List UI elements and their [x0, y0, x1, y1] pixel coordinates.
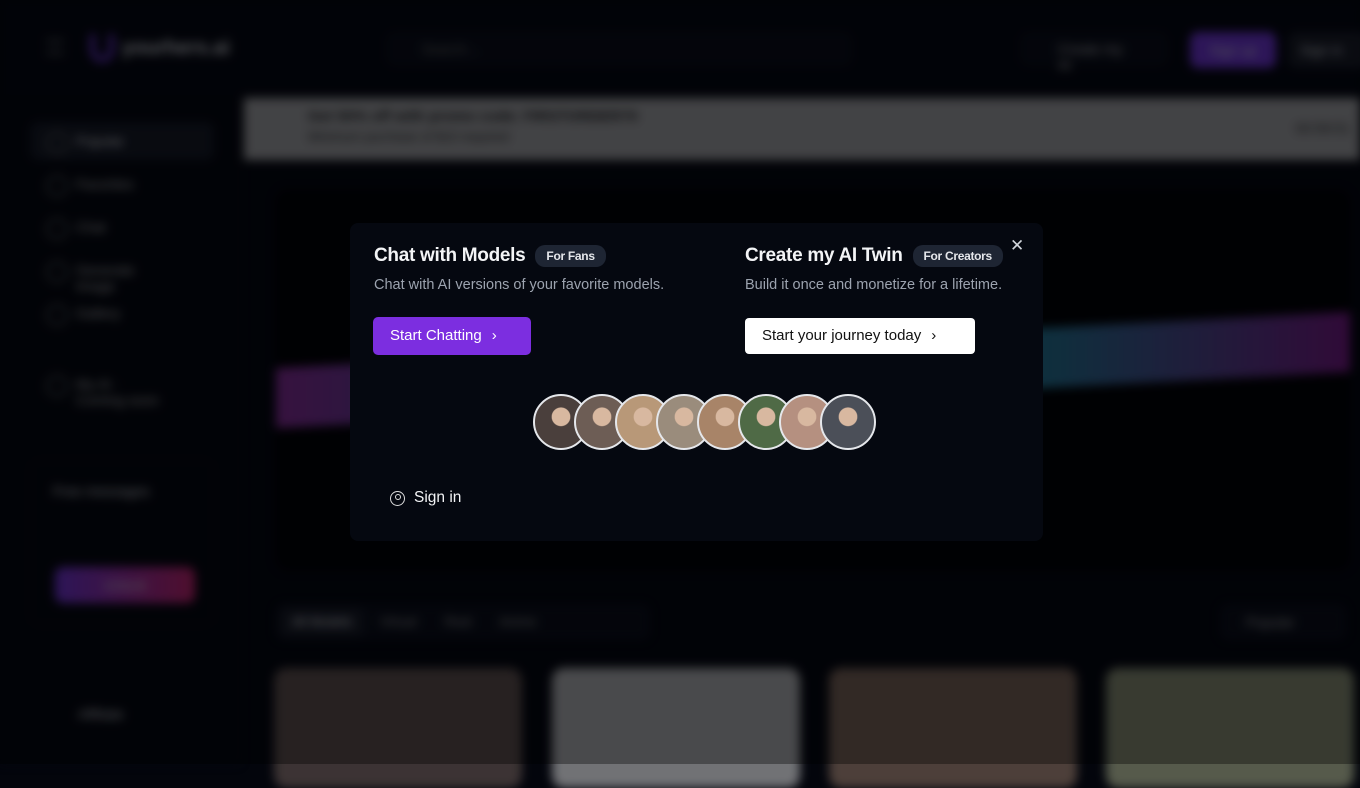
start-journey-button[interactable]: Start your journey today ›: [745, 318, 975, 354]
creators-subtitle: Build it once and monetize for a lifetim…: [745, 277, 1003, 293]
signup-modal: Chat with Models For Fans Chat with AI ve…: [350, 223, 1043, 541]
chevron-right-icon: ›: [491, 327, 497, 344]
sign-in-label: Sign in: [414, 489, 462, 506]
close-icon[interactable]: ✕: [1010, 236, 1024, 256]
user-circle-icon: [390, 490, 405, 506]
creators-title: Create my AI Twin: [745, 245, 903, 266]
start-journey-label: Start your journey today: [762, 327, 922, 344]
creators-section: Create my AI Twin For Creators Build it o…: [745, 245, 1003, 293]
sign-in-link[interactable]: Sign in: [390, 489, 461, 507]
fans-badge: For Fans: [535, 245, 606, 267]
fans-title: Chat with Models: [374, 245, 526, 266]
fans-subtitle: Chat with AI versions of your favorite m…: [374, 277, 665, 293]
model-avatars: [533, 394, 876, 450]
creators-badge: For Creators: [912, 245, 1003, 267]
start-chatting-button[interactable]: Start Chatting ›: [373, 317, 531, 355]
fans-section: Chat with Models For Fans Chat with AI ve…: [374, 245, 664, 293]
start-chatting-label: Start Chatting: [390, 327, 482, 344]
chevron-right-icon: ›: [931, 327, 937, 344]
model-avatar: [820, 394, 876, 450]
